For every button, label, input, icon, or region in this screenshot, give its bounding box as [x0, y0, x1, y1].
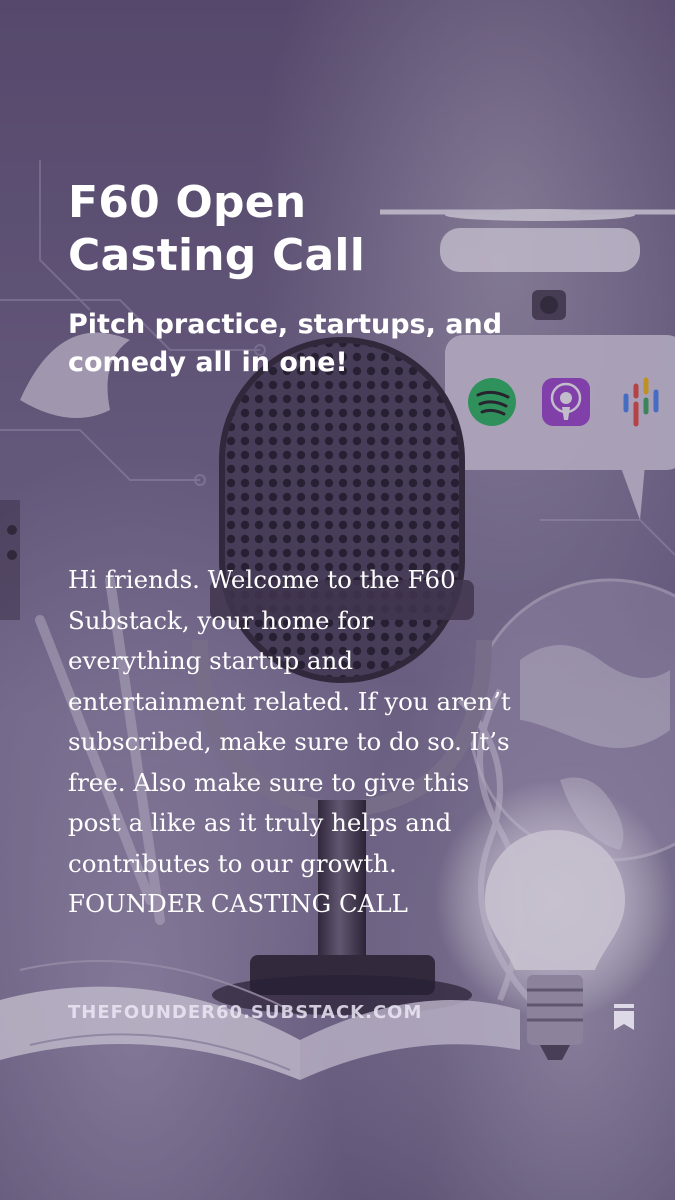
post-share-card[interactable]: F60 Open Casting Call Pitch practice, st…	[0, 0, 675, 1200]
post-excerpt: Hi friends. Welcome to the F60 Substack,…	[68, 565, 511, 918]
post-title[interactable]: F60 Open Casting Call	[68, 176, 508, 282]
bookmark-icon[interactable]	[612, 1003, 636, 1031]
post-subtitle: Pitch practice, startups, and comedy all…	[68, 309, 503, 378]
publication-domain[interactable]: THEFOUNDER60.SUBSTACK.COM	[68, 1002, 422, 1023]
